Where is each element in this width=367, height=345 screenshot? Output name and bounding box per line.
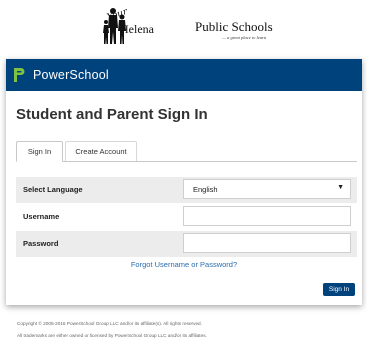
dropdown-arrow-icon: ▼ (337, 184, 344, 191)
copyright-text: Copyright © 2005-2016 PowerSchool Group … (17, 321, 202, 326)
district-logo: Your Helena Public Schools — a great pla… (0, 0, 367, 54)
trademark-text: All trademarks are either owned or licen… (17, 333, 207, 338)
logo-city-text: Helena (120, 22, 154, 36)
sign-in-button[interactable]: Sign In (323, 283, 355, 296)
username-input[interactable] (183, 206, 351, 226)
language-row: Select Language English ▼ (16, 177, 357, 203)
language-select[interactable]: English ▼ (183, 179, 351, 199)
signin-card: PowerSchool Student and Parent Sign In S… (6, 59, 362, 305)
signin-tabs: Sign In Create Account (16, 141, 357, 162)
language-selected-value: English (193, 185, 218, 194)
brand-name: PowerSchool (33, 68, 109, 82)
logo-schools-text: Public Schools (195, 19, 273, 34)
password-label: Password (23, 239, 59, 248)
logo-tagline: — a great place to learn (222, 35, 266, 40)
powerschool-p-icon (14, 68, 25, 82)
password-input[interactable] (183, 233, 351, 253)
language-label: Select Language (23, 185, 83, 194)
forgot-credentials-link[interactable]: Forgot Username or Password? (6, 260, 362, 269)
password-row: Password (16, 231, 357, 257)
powerschool-header: PowerSchool (6, 59, 362, 91)
username-label: Username (23, 212, 60, 221)
tab-sign-in[interactable]: Sign In (16, 141, 63, 162)
username-row: Username (16, 204, 357, 230)
page-title: Student and Parent Sign In (16, 106, 208, 123)
tab-create-account[interactable]: Create Account (65, 141, 137, 161)
